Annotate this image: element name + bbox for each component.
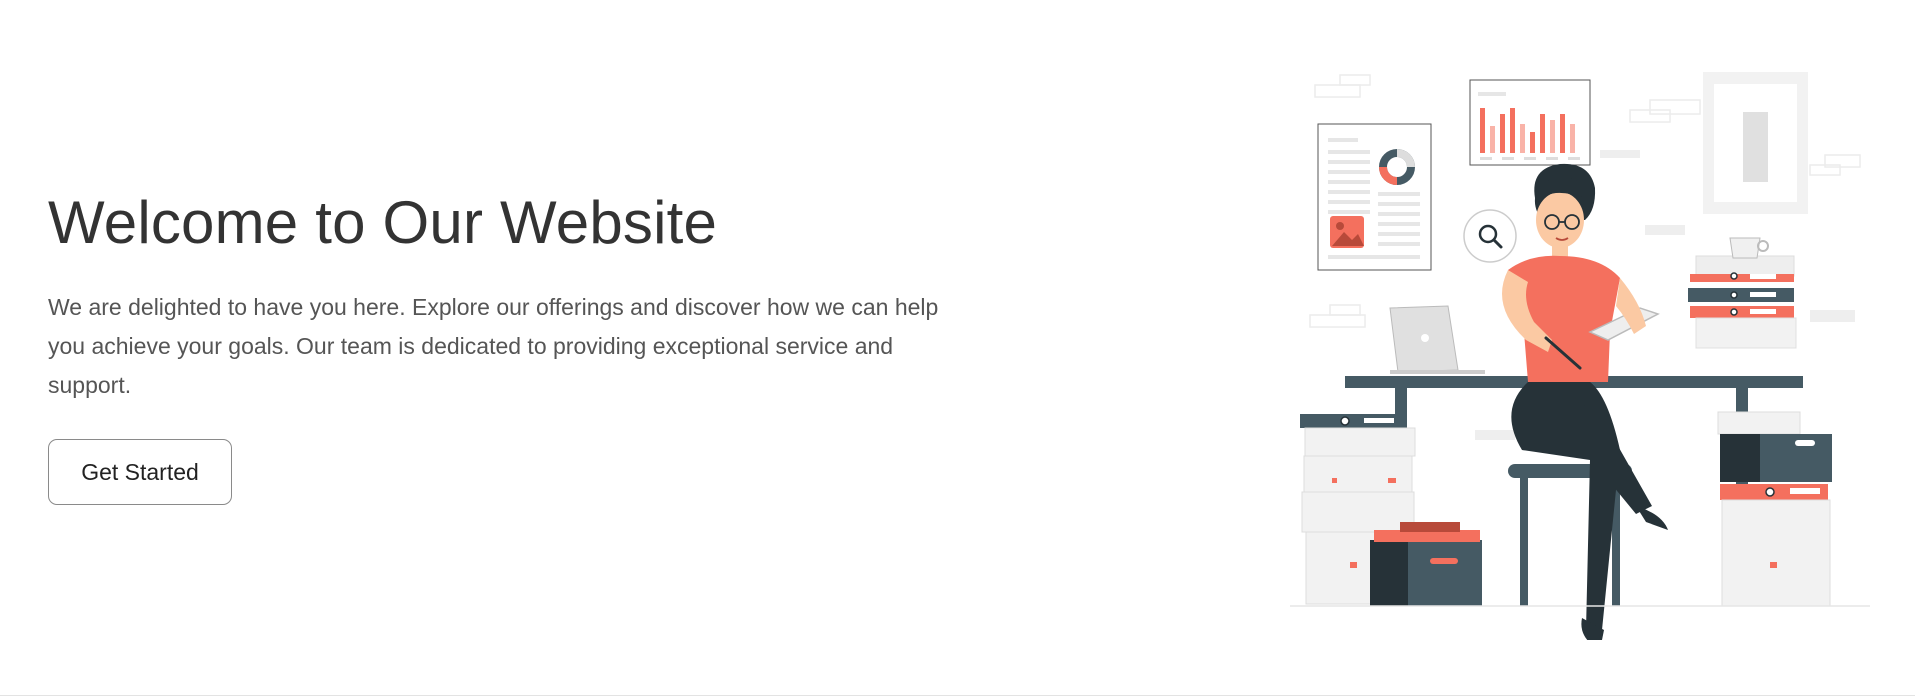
hero-description: We are delighted to have you here. Explo… — [48, 294, 939, 398]
hero-title: Welcome to Our Website — [48, 189, 718, 256]
picture-frame — [1703, 72, 1808, 214]
bar-chart-frame — [1469, 79, 1591, 166]
hero-illustration — [1290, 72, 1870, 640]
coffee-mug — [1729, 237, 1769, 259]
hero-text-block: Welcome to Our Website We are delighted … — [48, 190, 948, 405]
document-with-donut-chart — [1317, 123, 1432, 271]
search-bubble — [1463, 209, 1517, 263]
get-started-button[interactable]: Get Started — [48, 439, 232, 505]
file-box — [1370, 522, 1482, 606]
right-folder-stack — [1717, 411, 1832, 607]
laptop — [1389, 305, 1485, 374]
hero-section: Welcome to Our Website We are delighted … — [0, 0, 1915, 695]
right-shelf-stack — [1688, 237, 1797, 349]
